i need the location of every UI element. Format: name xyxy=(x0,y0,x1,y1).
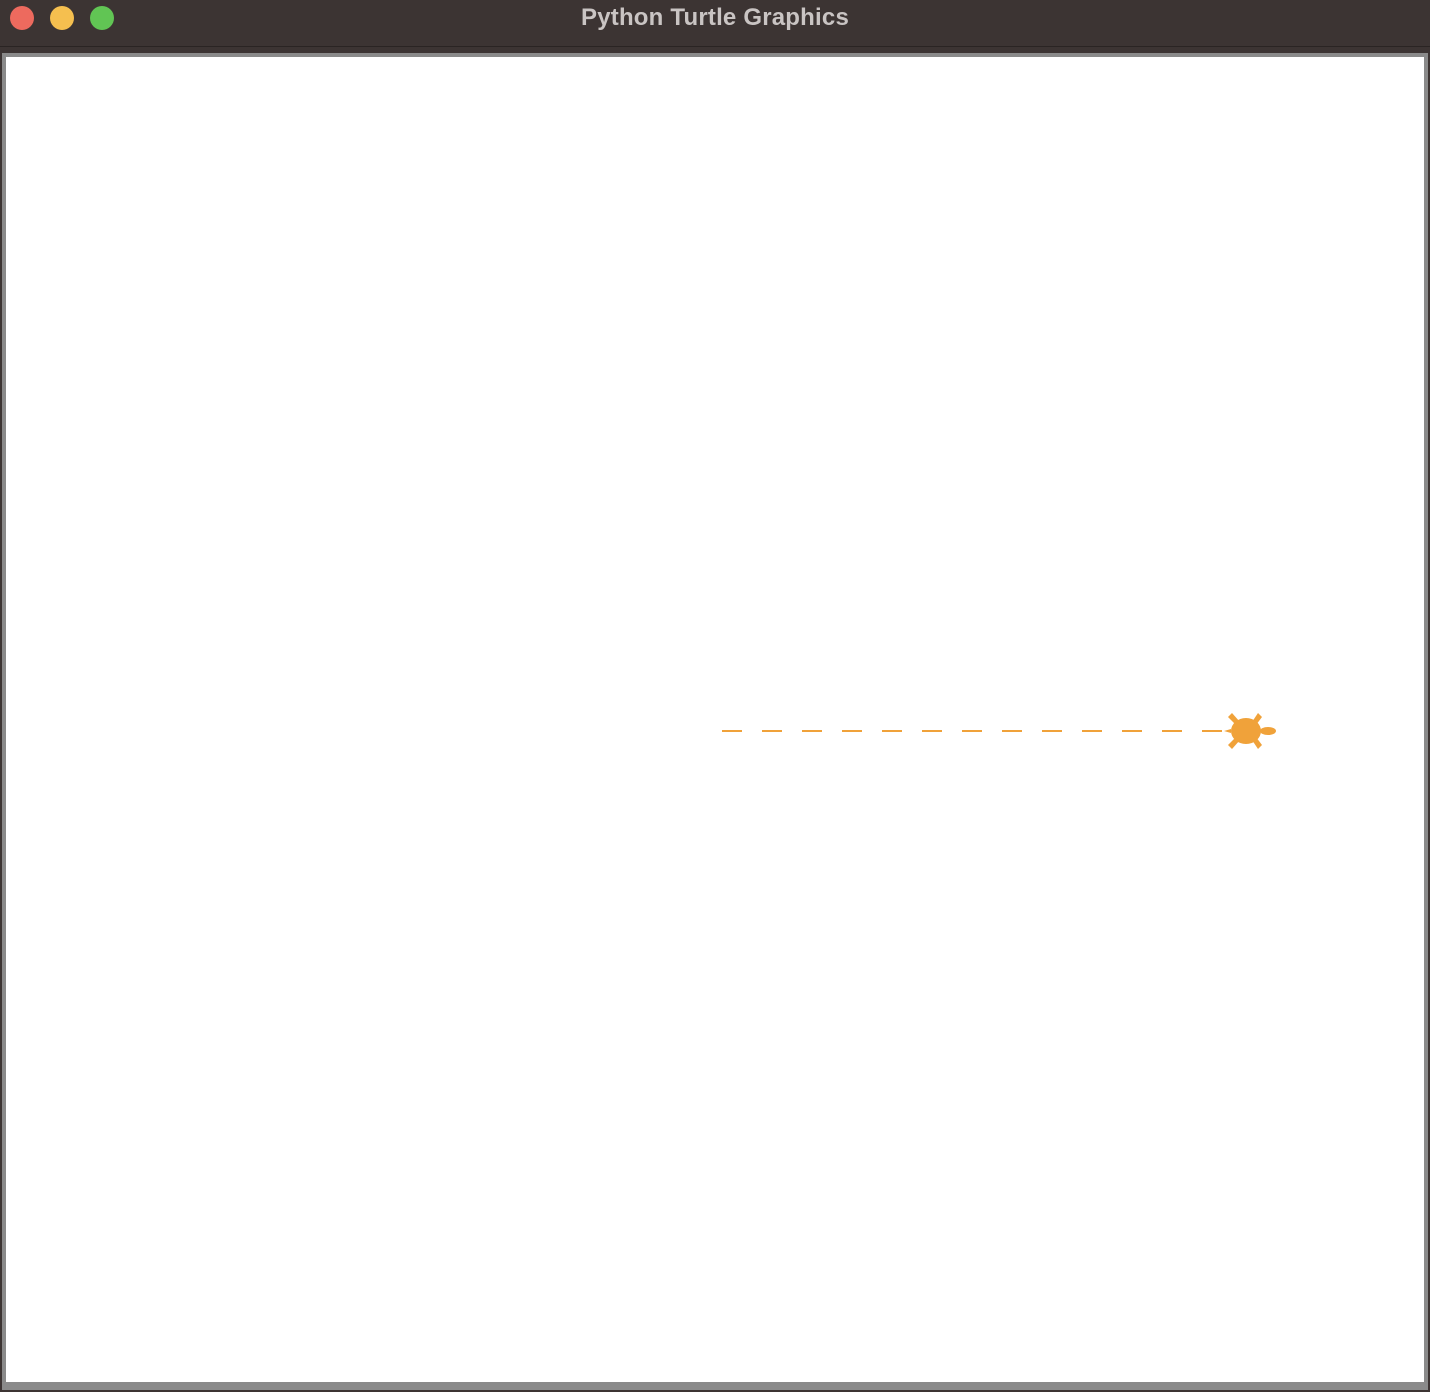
turtle-window: Python Turtle Graphics xyxy=(0,0,1430,1392)
turtle-icon xyxy=(1224,713,1276,749)
drawing-surface xyxy=(722,713,1276,749)
window-title: Python Turtle Graphics xyxy=(581,4,849,31)
canvas-frame xyxy=(2,53,1428,1390)
title-bar[interactable]: Python Turtle Graphics xyxy=(0,0,1430,47)
turtle-canvas[interactable] xyxy=(6,57,1424,1382)
